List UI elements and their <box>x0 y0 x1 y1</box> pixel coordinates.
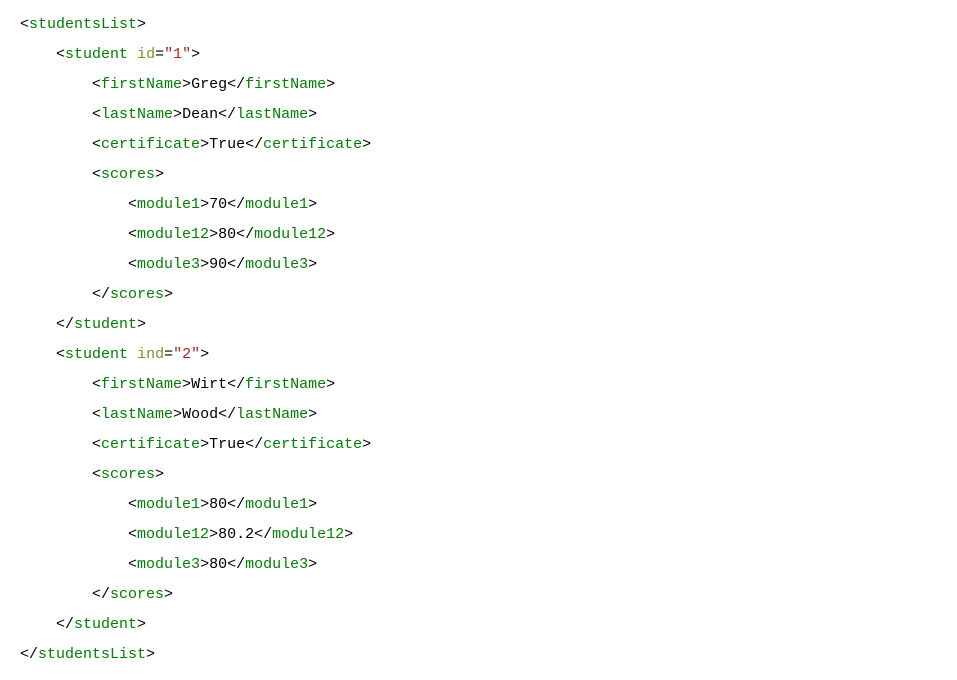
code-line: <student id="1"> <box>20 40 937 70</box>
xml-code-block: <studentsList> <student id="1"> <firstNa… <box>20 10 937 670</box>
code-line: </scores> <box>20 280 937 310</box>
code-line: <scores> <box>20 460 937 490</box>
code-line: <studentsList> <box>20 10 937 40</box>
code-line: <module3>90</module3> <box>20 250 937 280</box>
code-line: <certificate>True</certificate> <box>20 430 937 460</box>
code-line: </student> <box>20 310 937 340</box>
code-line: <module12>80.2</module12> <box>20 520 937 550</box>
code-line: <lastName>Dean</lastName> <box>20 100 937 130</box>
code-line: <firstName>Wirt</firstName> <box>20 370 937 400</box>
code-line: <module12>80</module12> <box>20 220 937 250</box>
code-line: <module1>80</module1> <box>20 490 937 520</box>
code-line: <module1>70</module1> <box>20 190 937 220</box>
code-line: </student> <box>20 610 937 640</box>
code-line: </scores> <box>20 580 937 610</box>
code-line: <student ind="2"> <box>20 340 937 370</box>
code-line: <module3>80</module3> <box>20 550 937 580</box>
code-line: <lastName>Wood</lastName> <box>20 400 937 430</box>
code-line: <firstName>Greg</firstName> <box>20 70 937 100</box>
code-line: </studentsList> <box>20 640 937 670</box>
code-line: <certificate>True</certificate> <box>20 130 937 160</box>
code-line: <scores> <box>20 160 937 190</box>
